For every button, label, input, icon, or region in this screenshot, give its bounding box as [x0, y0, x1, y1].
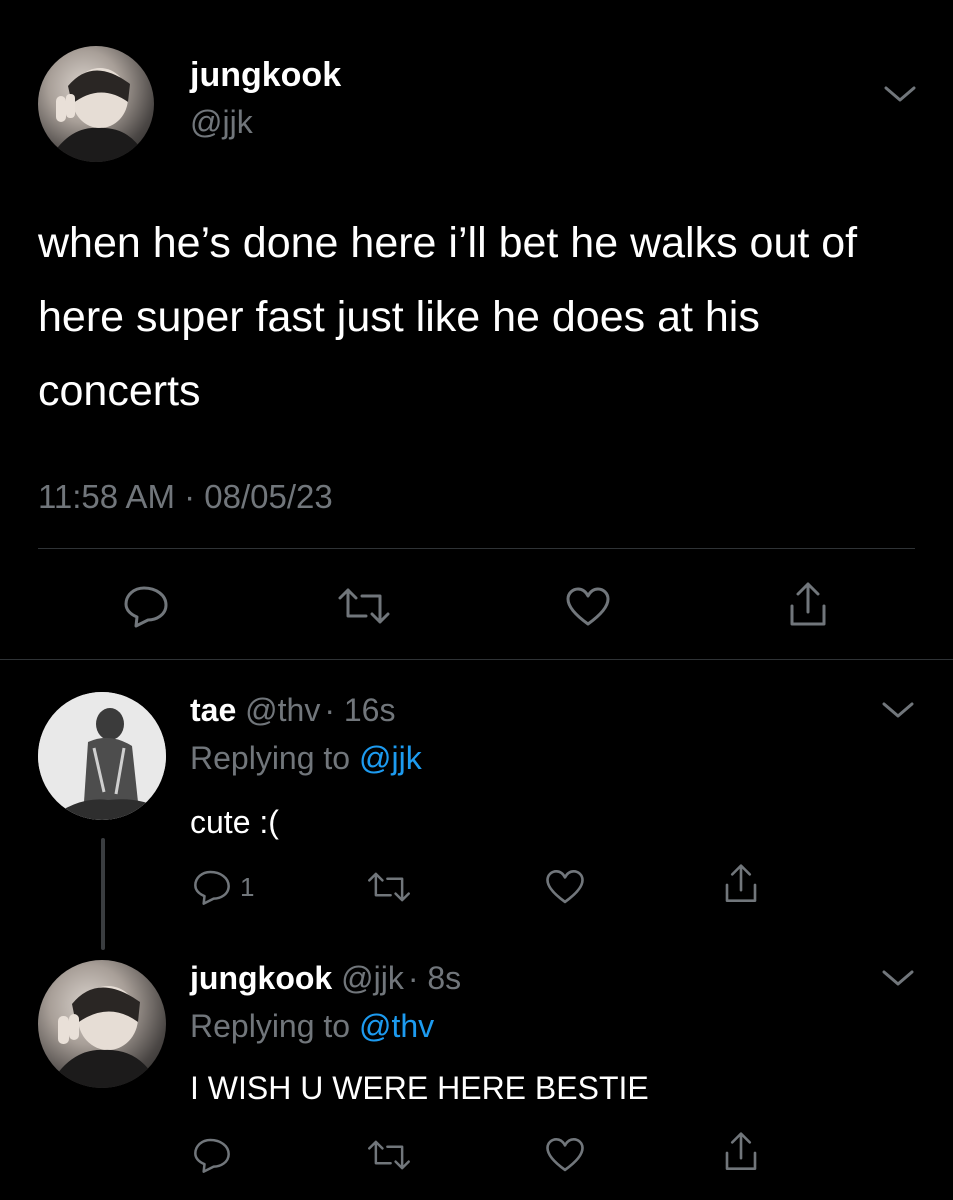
replying-to-handle[interactable]: @thv — [359, 1008, 434, 1044]
reply-time: · 8s — [407, 960, 462, 996]
author-handle[interactable]: @jjk — [341, 960, 404, 996]
chevron-down-icon[interactable] — [880, 966, 916, 990]
chevron-down-icon[interactable] — [882, 82, 918, 106]
reply-time: · 16s — [324, 692, 396, 728]
reply-text: I WISH U WERE HERE BESTIE — [190, 1070, 649, 1106]
reply-header: jungkook @jjk · 8s — [190, 960, 461, 997]
author-handle[interactable]: @thv — [245, 692, 320, 728]
share-icon[interactable] — [720, 862, 762, 906]
share-icon[interactable] — [784, 580, 832, 630]
avatar-photo — [38, 692, 166, 820]
retweet-icon[interactable] — [366, 868, 412, 906]
author-name[interactable]: jungkook — [190, 960, 332, 996]
avatar[interactable] — [38, 960, 166, 1088]
chevron-down-icon[interactable] — [880, 698, 916, 722]
reply-icon[interactable] — [192, 1136, 232, 1174]
reply-icon[interactable] — [192, 868, 232, 906]
replying-to: Replying to @jjk — [190, 740, 422, 777]
author-name[interactable]: jungkook — [190, 56, 341, 95]
replying-to-label: Replying to — [190, 740, 351, 776]
like-icon[interactable] — [544, 1136, 586, 1174]
retweet-icon[interactable] — [366, 1136, 412, 1174]
avatar[interactable] — [38, 46, 154, 162]
replying-to: Replying to @thv — [190, 1008, 434, 1045]
author-handle[interactable]: @jjk — [190, 104, 253, 141]
author-name[interactable]: tae — [190, 692, 236, 728]
avatar-photo — [48, 68, 148, 162]
reply-icon[interactable] — [122, 584, 170, 628]
avatar-photo — [48, 986, 160, 1088]
tweet-timestamp: 11:58 AM · 08/05/23 — [38, 478, 333, 515]
like-icon[interactable] — [544, 868, 586, 906]
reply-text: cute :( — [190, 804, 279, 840]
avatar[interactable] — [38, 692, 166, 820]
tweet-text: when he’s done here i’ll bet he walks ou… — [38, 219, 858, 415]
replying-to-label: Replying to — [190, 1008, 351, 1044]
reply-header: tae @thv · 16s — [190, 692, 395, 729]
replying-to-handle[interactable]: @jjk — [359, 740, 422, 776]
section-divider — [0, 659, 953, 660]
retweet-icon[interactable] — [336, 584, 392, 628]
reply-count: 1 — [240, 872, 255, 902]
divider — [38, 548, 915, 549]
thread-line — [101, 838, 105, 950]
share-icon[interactable] — [720, 1130, 762, 1174]
like-icon[interactable] — [564, 586, 612, 628]
